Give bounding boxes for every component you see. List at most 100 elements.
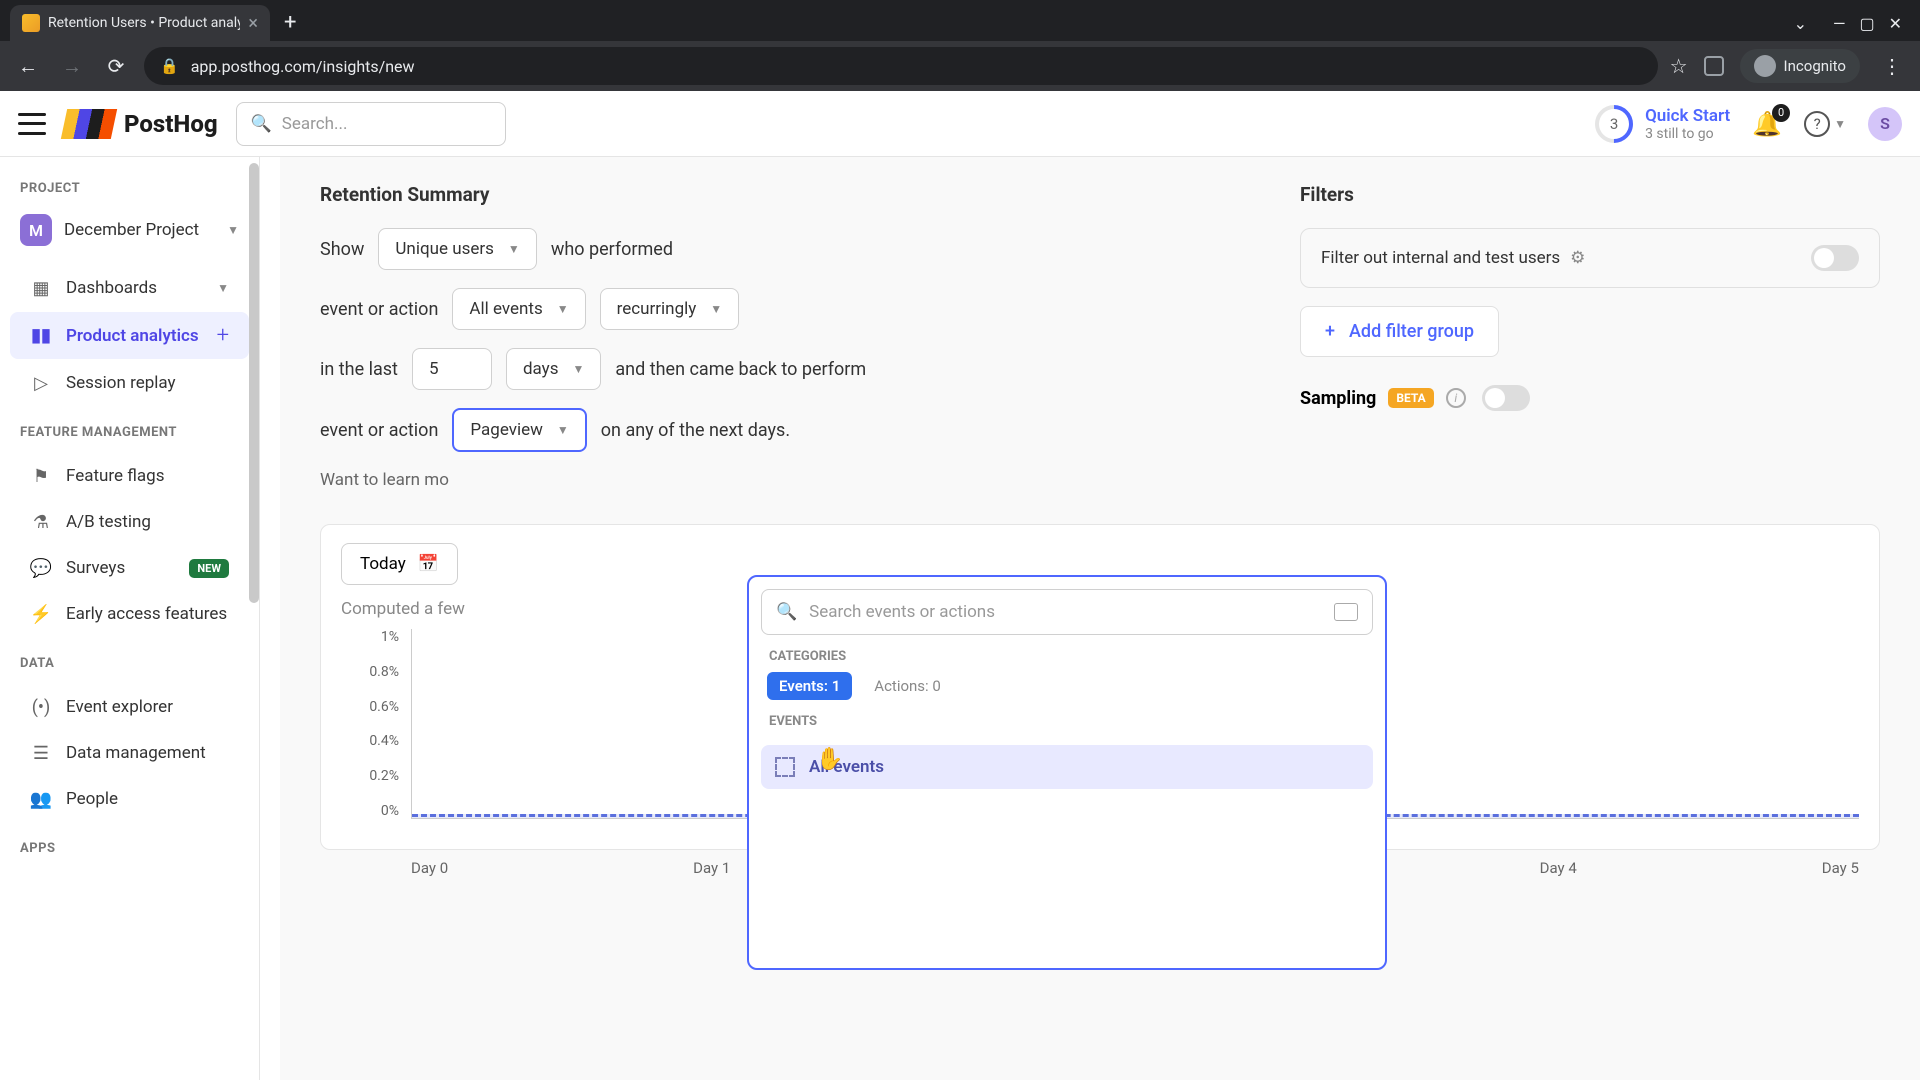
chevron-down-icon: ▼ <box>572 362 584 376</box>
sidebar-item-label: Session replay <box>66 373 176 393</box>
chart-y-axis: 1%0.8%0.6%0.4%0.2%0% <box>357 629 399 819</box>
close-window-icon[interactable]: ✕ <box>1889 14 1902 33</box>
sidebar-item-label: Surveys <box>66 558 125 578</box>
bookmark-icon[interactable]: ☆ <box>1670 54 1688 78</box>
chevron-down-icon: ▼ <box>557 302 569 316</box>
keyboard-icon[interactable] <box>1334 603 1358 621</box>
chevron-down-icon: ▼ <box>508 242 520 256</box>
quick-start-progress-icon: 3 <box>1587 97 1641 151</box>
minimize-icon[interactable]: — <box>1833 14 1846 33</box>
project-avatar: M <box>20 214 52 246</box>
notifications-button[interactable]: 🔔0 <box>1752 110 1782 138</box>
filter-internal-toggle[interactable] <box>1811 245 1859 271</box>
back-button[interactable]: ← <box>12 50 44 82</box>
url-text: app.posthog.com/insights/new <box>191 57 415 76</box>
tabs-dropdown-icon[interactable]: ⌄ <box>1782 14 1819 33</box>
period-unit-dropdown[interactable]: days▼ <box>506 348 601 390</box>
incognito-badge[interactable]: Incognito <box>1740 49 1860 83</box>
info-icon[interactable]: i <box>1446 388 1466 408</box>
people-icon: 👥 <box>30 788 52 810</box>
incognito-icon <box>1754 55 1776 77</box>
sidebar-item-dashboards[interactable]: ▦ Dashboards ▼ <box>10 266 249 310</box>
popover-search-placeholder: Search events or actions <box>809 602 995 622</box>
sidebar-item-label: A/B testing <box>66 512 151 532</box>
sidebar-item-label: People <box>66 789 118 809</box>
sidebar-header-apps: APPS <box>0 835 259 868</box>
address-bar[interactable]: 🔒 app.posthog.com/insights/new <box>144 47 1658 85</box>
filters-title: Filters <box>1300 183 1880 206</box>
maximize-icon[interactable]: ▢ <box>1859 14 1874 33</box>
chevron-down-icon: ▼ <box>227 223 239 237</box>
sidebar-item-feature-flags[interactable]: ⚑ Feature flags <box>10 454 249 498</box>
search-input[interactable]: 🔍 Search... <box>236 102 506 146</box>
filter-internal-users-row: Filter out internal and test users ⚙ <box>1300 228 1880 288</box>
project-selector[interactable]: M December Project ▼ <box>0 208 259 264</box>
new-tab-button[interactable]: + <box>270 10 310 41</box>
app-topbar: PostHog 🔍 Search... 3 Quick Start 3 stil… <box>0 91 1920 157</box>
quick-start-button[interactable]: 3 Quick Start 3 still to go <box>1595 105 1730 143</box>
retention-summary-title: Retention Summary <box>320 183 1250 206</box>
events-chip[interactable]: Events: 1 <box>767 672 852 700</box>
period-input[interactable]: 5 <box>412 348 492 390</box>
sidebar-item-label: Product analytics <box>66 326 199 346</box>
help-icon: ? <box>1804 111 1830 137</box>
avatar[interactable]: S <box>1868 107 1902 141</box>
add-filter-group-button[interactable]: + Add filter group <box>1300 306 1499 357</box>
browser-menu-icon[interactable]: ⋮ <box>1876 54 1908 78</box>
sidebar-item-early-access[interactable]: ⚡ Early access features <box>10 592 249 636</box>
search-icon: 🔍 <box>776 602 797 622</box>
unique-users-dropdown[interactable]: Unique users▼ <box>378 228 536 270</box>
sidebar-item-surveys[interactable]: 💬 Surveys NEW <box>10 546 249 590</box>
event-selector-popover: 🔍 Search events or actions CATEGORIES Ev… <box>747 575 1387 970</box>
help-menu[interactable]: ? ▼ <box>1804 111 1846 137</box>
date-range-dropdown[interactable]: Today 📅 <box>341 543 458 585</box>
logo[interactable]: PostHog <box>64 109 218 139</box>
plus-icon[interactable]: + <box>217 323 229 348</box>
chevron-down-icon: ▼ <box>710 302 722 316</box>
bolt-icon: ⚡ <box>30 603 52 625</box>
sidebar-header-features: FEATURE MANAGEMENT <box>0 419 259 452</box>
calendar-icon: 📅 <box>418 554 439 574</box>
tab-favicon-icon <box>22 14 40 32</box>
flag-icon: ⚑ <box>30 465 52 487</box>
sidebar-item-people[interactable]: 👥 People <box>10 777 249 821</box>
beta-badge: BETA <box>1388 388 1433 408</box>
incognito-label: Incognito <box>1784 57 1846 75</box>
label-in-the-last: in the last <box>320 359 398 380</box>
event-dropdown-2[interactable]: Pageview▼ <box>452 408 586 452</box>
filter-internal-label: Filter out internal and test users <box>1321 248 1560 268</box>
sidebar-item-label: Early access features <box>66 604 227 624</box>
recurringly-dropdown[interactable]: recurringly▼ <box>600 288 740 330</box>
reload-button[interactable]: ⟳ <box>100 50 132 82</box>
grid-icon: ▦ <box>30 277 52 299</box>
sidebar-scrollbar[interactable] <box>249 163 259 603</box>
sidebar-item-event-explorer[interactable]: (•) Event explorer <box>10 685 249 729</box>
gear-icon[interactable]: ⚙ <box>1570 248 1585 268</box>
sidebar-item-product-analytics[interactable]: ▮▮ Product analytics + <box>10 312 249 359</box>
cursor-icon: ✋ <box>816 747 843 772</box>
event-icon <box>775 757 795 777</box>
sidebar-item-label: Event explorer <box>66 697 173 717</box>
sidebar-item-data-management[interactable]: ☰ Data management <box>10 731 249 775</box>
label-on-any: on any of the next days. <box>601 420 790 441</box>
popover-search-input[interactable]: 🔍 Search events or actions <box>761 589 1373 635</box>
sampling-toggle[interactable] <box>1482 385 1530 411</box>
search-placeholder: Search... <box>282 114 348 134</box>
label-event-or-action: event or action <box>320 299 438 320</box>
chevron-down-icon: ▼ <box>557 423 569 437</box>
browser-toolbar: ← → ⟳ 🔒 app.posthog.com/insights/new ☆ I… <box>0 41 1920 91</box>
tab-close-icon[interactable]: × <box>248 13 258 34</box>
plus-icon: + <box>1325 321 1335 342</box>
browser-tab[interactable]: Retention Users • Product analy × <box>10 5 270 41</box>
sidebar-item-session-replay[interactable]: ▷ Session replay <box>10 361 249 405</box>
quick-start-title: Quick Start <box>1645 106 1730 126</box>
label-show: Show <box>320 239 364 260</box>
event-dropdown-1[interactable]: All events▼ <box>452 288 585 330</box>
chevron-down-icon[interactable]: ▼ <box>217 281 229 295</box>
extensions-icon[interactable] <box>1704 56 1724 76</box>
menu-toggle-button[interactable] <box>18 113 46 135</box>
actions-chip[interactable]: Actions: 0 <box>862 672 953 700</box>
sidebar-item-ab-testing[interactable]: ⚗ A/B testing <box>10 500 249 544</box>
sidebar-item-label: Dashboards <box>66 278 157 298</box>
popover-option-all-events[interactable]: All events <box>761 745 1373 789</box>
